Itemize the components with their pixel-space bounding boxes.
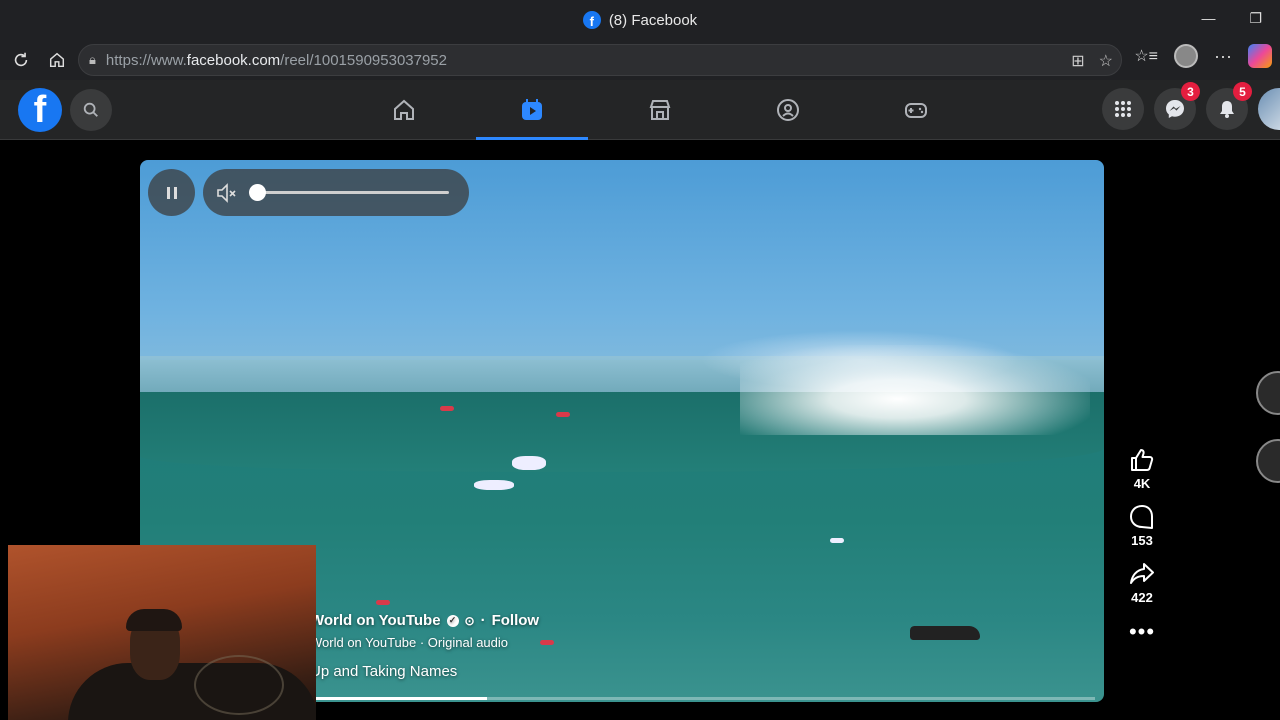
mute-icon [217, 182, 236, 203]
profile-avatar[interactable] [1174, 44, 1199, 68]
favorite-star-icon[interactable]: ☆ [1099, 51, 1113, 71]
reel-audio[interactable]: World on YouTube · Original audio [310, 635, 539, 650]
messenger-button[interactable]: 3 [1154, 82, 1200, 130]
url-text: https://www.facebook.com/reel/1001590953… [105, 51, 447, 69]
reel-author[interactable]: World on YouTube [310, 612, 441, 629]
comment-action[interactable]: 153 [1128, 503, 1156, 548]
webcam-overlay [8, 545, 316, 720]
surfer [376, 600, 390, 605]
tab-reels[interactable] [468, 80, 596, 140]
reel-caption: World on YouTube ✓ ⊙ · Follow World on Y… [310, 612, 539, 680]
minimize-icon[interactable]: — [1201, 10, 1215, 27]
jetski [910, 626, 980, 640]
share-icon [1130, 563, 1154, 584]
surfer [830, 538, 844, 543]
menu-grid-icon[interactable] [1102, 88, 1144, 130]
separator-dot: · [480, 612, 486, 629]
video-progress[interactable] [315, 697, 1095, 700]
previous-reel-button[interactable] [1256, 371, 1280, 415]
home-icon [394, 99, 414, 120]
surfer [474, 480, 514, 490]
volume-slider-knob[interactable] [249, 184, 266, 201]
nav-right: 3 5 [1102, 82, 1280, 130]
facebook-logo[interactable]: f [18, 88, 62, 132]
video-progress-fill [315, 697, 487, 700]
tab-home[interactable] [340, 80, 468, 140]
refresh-icon[interactable] [6, 45, 36, 75]
facebook-nav: f 3 5 [0, 80, 1280, 140]
gaming-icon [905, 103, 927, 118]
share-count: 422 [1131, 590, 1153, 605]
window-controls: — ❐ [1201, 10, 1262, 27]
bell-icon [1220, 101, 1234, 118]
copilot-icon[interactable] [1248, 44, 1272, 68]
notifications-badge: 5 [1233, 82, 1252, 101]
main-tabs [340, 80, 980, 140]
search-icon[interactable] [70, 89, 112, 131]
webcam-person-cap [126, 609, 182, 631]
browser-toolbar: ☆≡ ··· [1134, 44, 1272, 68]
pause-icon [166, 186, 177, 199]
favorites-icon[interactable]: ☆≡ [1134, 46, 1158, 66]
webcam-shirt-logo [194, 655, 284, 715]
reel-author-row: World on YouTube ✓ ⊙ · Follow [310, 612, 539, 629]
app-install-icon[interactable]: ⊞ [1071, 51, 1084, 71]
more-options-icon[interactable]: ••• [1129, 621, 1155, 643]
notifications-button[interactable]: 5 [1206, 82, 1252, 130]
url-actions: ⊞ ☆ [1071, 51, 1113, 71]
messenger-badge: 3 [1181, 82, 1200, 101]
tab-gaming[interactable] [852, 80, 980, 140]
comment-icon [1130, 505, 1153, 529]
account-avatar[interactable] [1258, 88, 1280, 130]
surfer [512, 456, 546, 470]
more-options-icon[interactable]: ··· [1214, 46, 1232, 67]
volume-control[interactable] [203, 169, 469, 216]
tab-groups[interactable] [724, 80, 852, 140]
window-title-text: (8) Facebook [608, 11, 698, 29]
follow-button[interactable]: Follow [492, 612, 540, 629]
comment-count: 153 [1131, 533, 1153, 548]
surfer [440, 406, 454, 411]
surfer [540, 640, 554, 645]
video-icon [522, 99, 542, 120]
next-reel-button[interactable] [1256, 439, 1280, 483]
restore-icon[interactable]: ❐ [1249, 10, 1262, 27]
facebook-favicon-icon: f [582, 11, 601, 29]
groups-icon [777, 99, 799, 121]
messenger-icon [1166, 100, 1184, 118]
window-titlebar: f (8) Facebook — ❐ [0, 0, 1280, 40]
marketplace-icon [649, 100, 671, 120]
tab-marketplace[interactable] [596, 80, 724, 140]
home-icon[interactable] [42, 45, 72, 75]
verified-icon: ✓ [446, 614, 459, 627]
volume-slider-track[interactable] [257, 191, 449, 194]
like-count: 4K [1133, 476, 1151, 491]
globe-icon: ⊙ [464, 613, 475, 628]
share-action[interactable]: 422 [1128, 560, 1156, 605]
window-title: f (8) Facebook [582, 11, 698, 29]
reel-description: Up and Taking Names [310, 663, 458, 680]
video-foam [740, 345, 1090, 435]
like-action[interactable]: 4K [1128, 446, 1156, 491]
address-bar: 🔒︎ https://www.facebook.com/reel/1001590… [0, 40, 1280, 80]
url-field[interactable]: 🔒︎ https://www.facebook.com/reel/1001590… [78, 44, 1122, 76]
player-controls [148, 169, 469, 216]
lock-icon[interactable]: 🔒︎ [89, 52, 96, 68]
pause-button[interactable] [148, 169, 195, 216]
thumbs-up-icon [1131, 449, 1154, 471]
reel-actions: 4K 153 422 ••• [1120, 446, 1164, 643]
surfer [556, 412, 570, 417]
